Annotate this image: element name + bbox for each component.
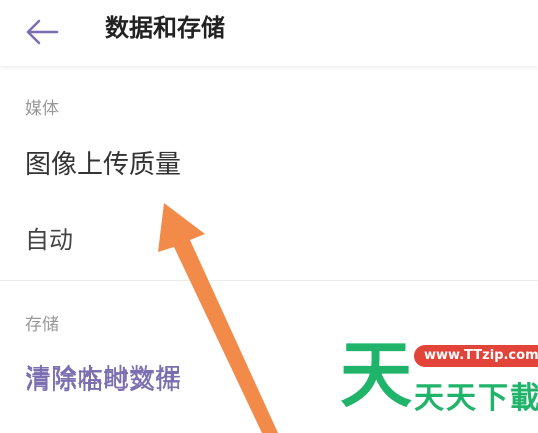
page-title: 数据和存储 (105, 14, 225, 42)
section-divider (0, 280, 538, 281)
watermark-url: www.TTzip.com (414, 345, 538, 367)
image-upload-quality-title: 图像上传质量 (25, 150, 182, 180)
watermark-name: 天天下載 (414, 381, 538, 416)
app-header: 数据和存储 (0, 0, 538, 66)
image-upload-quality-value: 自动 (25, 226, 73, 254)
watermark-logo-char: 天 (340, 333, 413, 417)
back-button[interactable] (20, 10, 64, 54)
site-watermark: 天 www.TTzip.com 天天下載 (340, 333, 538, 425)
section-header-media: 媒体 (25, 99, 59, 119)
section-header-storage: 存储 (25, 315, 59, 335)
back-arrow-icon (26, 19, 59, 45)
clear-local-data-button[interactable]: 清除本地数据 (25, 358, 181, 395)
